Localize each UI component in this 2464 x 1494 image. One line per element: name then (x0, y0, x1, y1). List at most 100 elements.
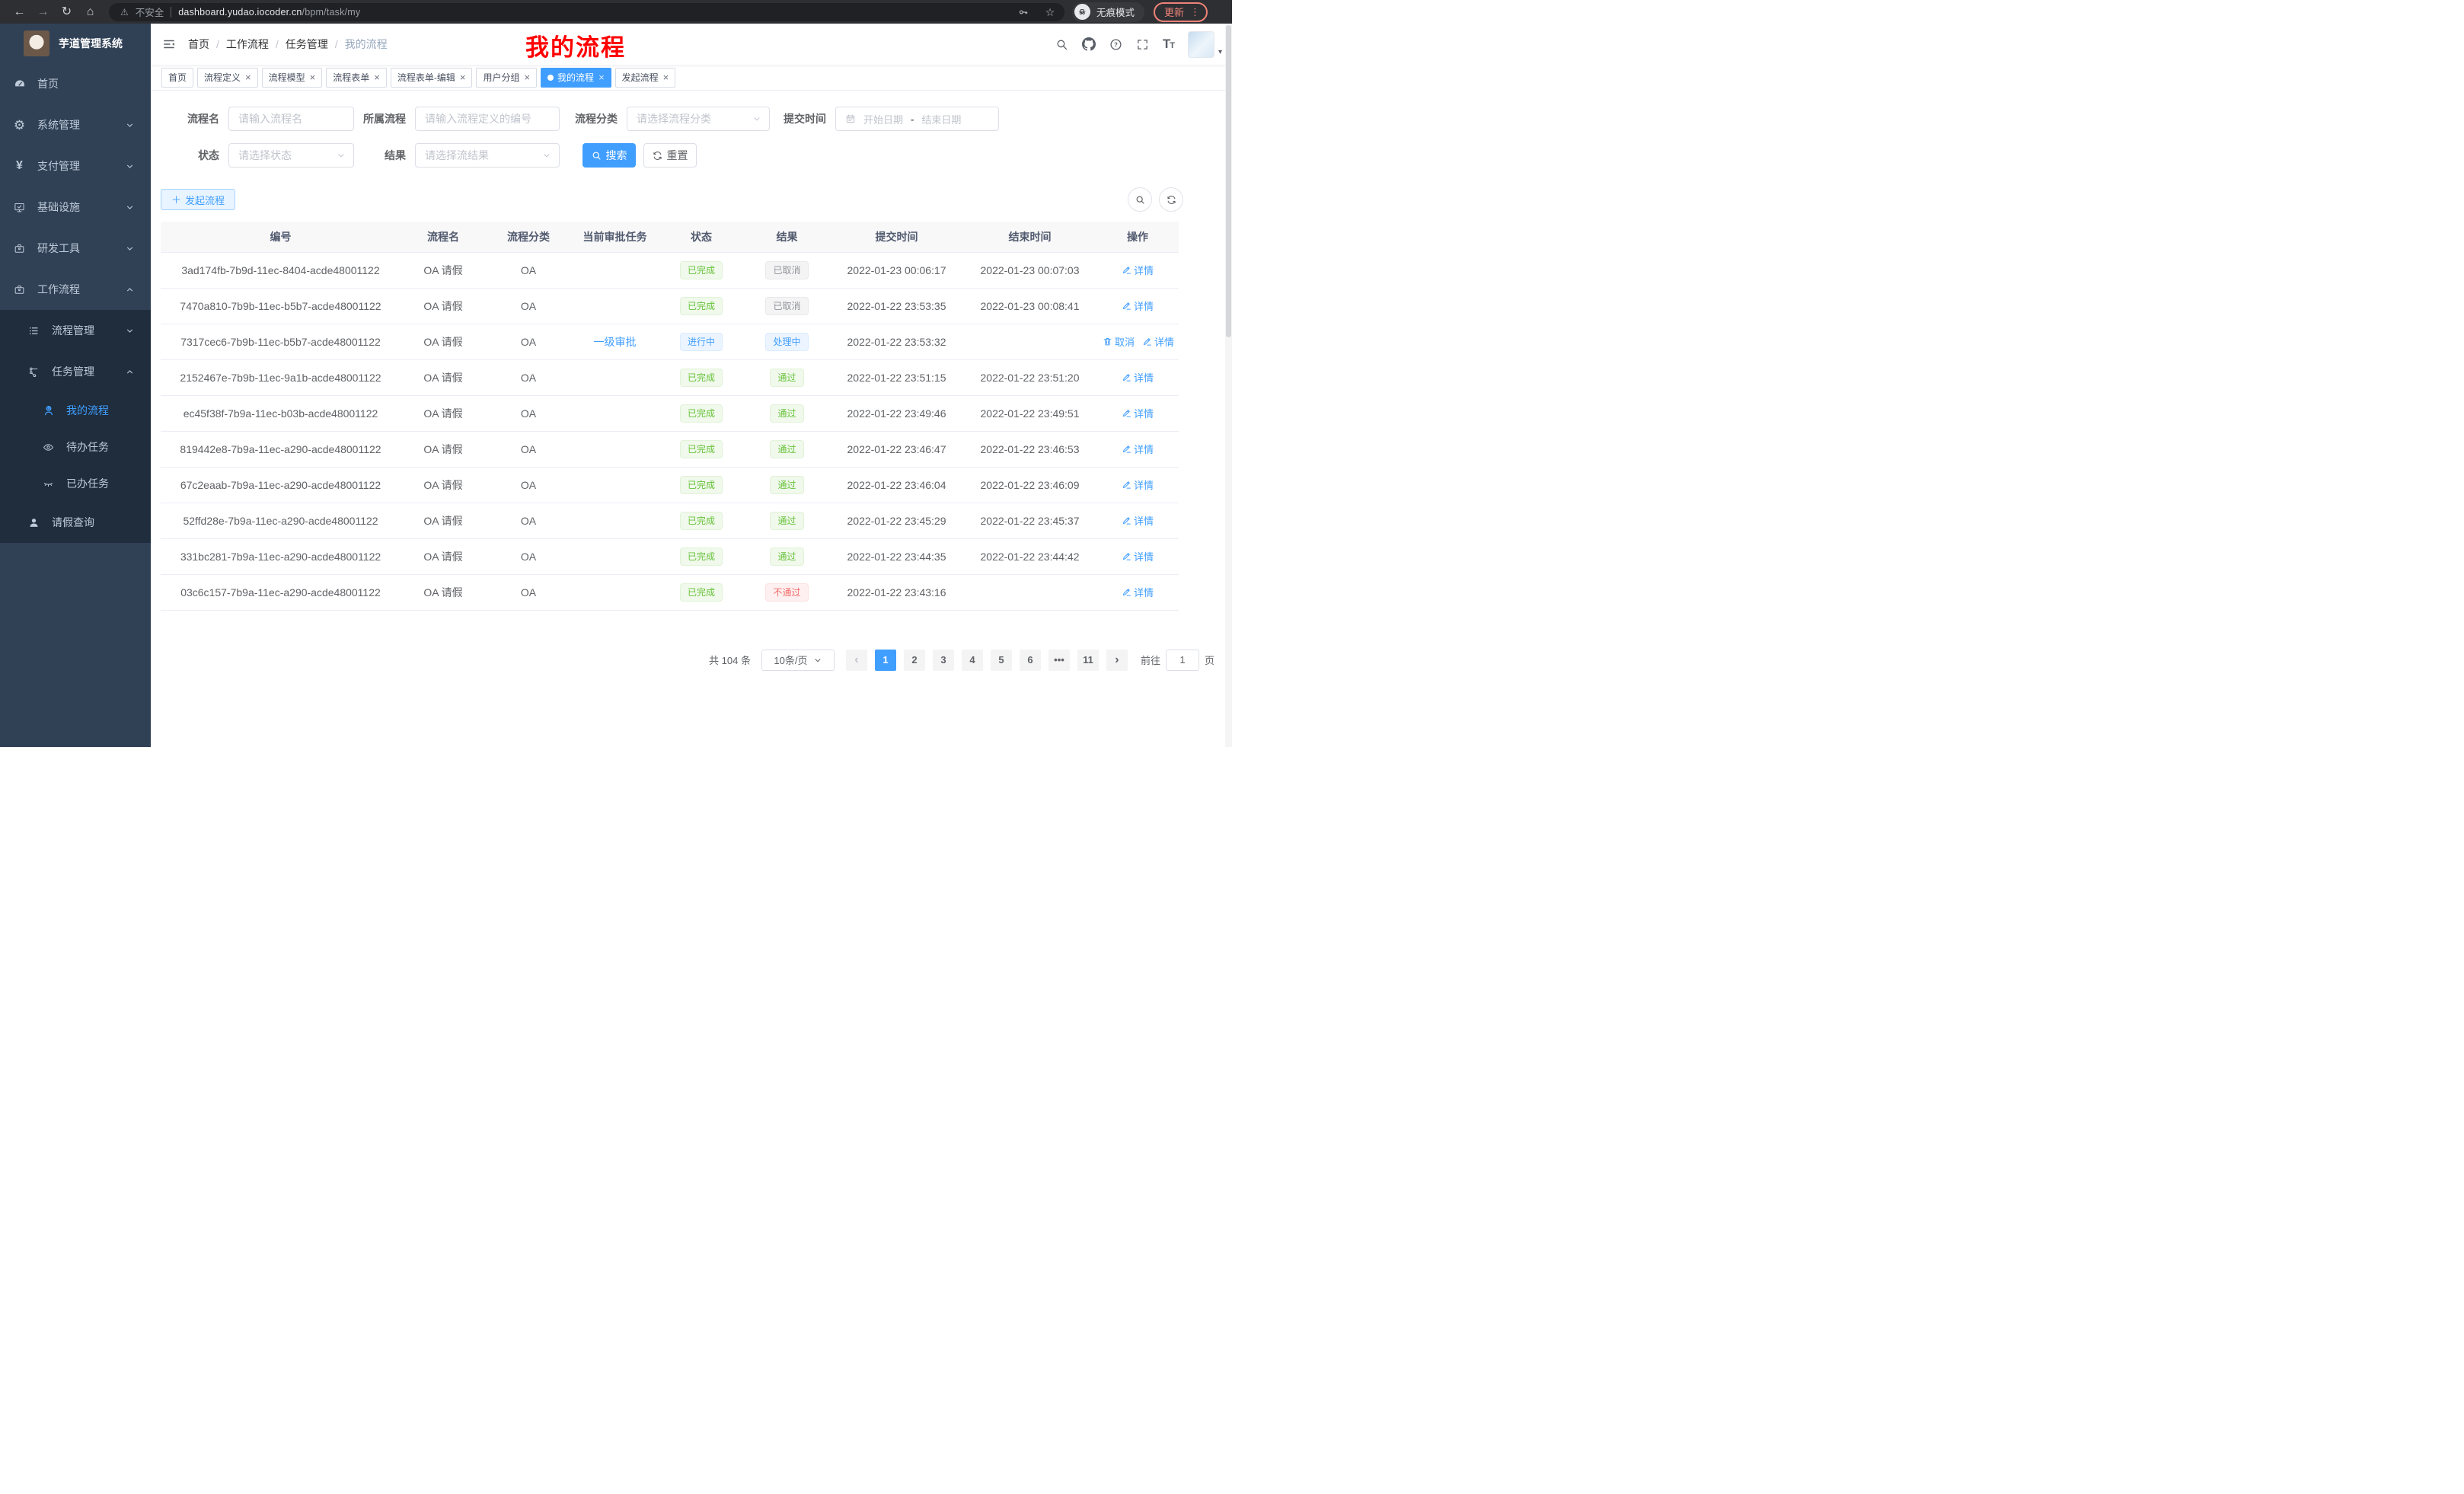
detail-link[interactable]: 详情 (1122, 406, 1154, 420)
sidebar-logo-row[interactable]: 芋道管理系统 (0, 24, 151, 63)
cancel-link[interactable]: 取消 (1103, 334, 1135, 349)
detail-link[interactable]: 详情 (1122, 477, 1154, 492)
process-id-cell: 819442e8-7b9a-11ec-a290-acde48001122 (161, 431, 401, 467)
sidebar-item-process-mgmt[interactable]: 流程管理 (0, 310, 151, 351)
tag-label: 流程表单-编辑 (397, 71, 455, 84)
sidebar-item-todo-tasks[interactable]: 待办任务 (0, 429, 151, 465)
fullscreen-icon[interactable] (1136, 38, 1149, 51)
actions-cell: 取消详情 (1096, 324, 1179, 359)
sidebar-item-leave-query[interactable]: 请假查询 (0, 502, 151, 543)
browser-home-icon[interactable]: ⌂ (78, 6, 102, 18)
sidebar-item-system[interactable]: ⚙系统管理 (0, 104, 151, 145)
pagination: 共 104 条 10条/页 ‹123456•••11› 前往 页 (151, 650, 1232, 672)
current-task-link[interactable]: 一级审批 (594, 336, 637, 348)
sidebar-collapse-icon[interactable] (151, 37, 188, 51)
sidebar-item-dev-tools[interactable]: 研发工具 (0, 228, 151, 269)
search-button[interactable]: 搜索 (582, 143, 636, 168)
password-key-icon[interactable] (1013, 7, 1033, 18)
browser-menu-icon[interactable]: ⋮ (1190, 7, 1200, 17)
detail-link[interactable]: 详情 (1122, 442, 1154, 456)
category-select[interactable]: 请选择流程分类 (627, 107, 770, 131)
sidebar-item-payment[interactable]: ¥支付管理 (0, 145, 151, 187)
scrollbar-thumb[interactable] (1226, 25, 1231, 337)
close-icon[interactable]: × (374, 72, 380, 83)
sidebar-item-my-process[interactable]: 我的流程 (0, 392, 151, 429)
detail-link[interactable]: 详情 (1122, 370, 1154, 385)
tag-view-my-process[interactable]: 我的流程 × (541, 68, 611, 88)
sidebar-item-home[interactable]: 首页 (0, 63, 151, 104)
header-search-icon[interactable] (1055, 38, 1068, 51)
detail-link[interactable]: 详情 (1122, 263, 1154, 277)
show-search-tool-button[interactable] (1128, 187, 1152, 212)
breadcrumb-item[interactable]: 首页 (188, 37, 209, 52)
tag-view-user-group[interactable]: 用户分组× (476, 68, 537, 88)
page-button-4[interactable]: 4 (962, 650, 983, 671)
font-size-icon[interactable]: TT (1163, 37, 1174, 52)
reset-button[interactable]: 重置 (643, 143, 697, 168)
close-icon[interactable]: × (245, 72, 251, 83)
sidebar-item-infrastructure[interactable]: 基础设施 (0, 187, 151, 228)
sidebar-item-task-mgmt[interactable]: 任务管理 (0, 351, 151, 392)
result-select[interactable]: 请选择流结果 (415, 143, 560, 168)
list-icon (27, 325, 40, 337)
detail-link[interactable]: 详情 (1122, 298, 1154, 313)
help-icon[interactable]: ? (1109, 38, 1122, 51)
page-button-2[interactable]: 2 (904, 650, 925, 671)
sidebar-item-done-tasks[interactable]: 已办任务 (0, 465, 151, 502)
tag-view-process-form-edit[interactable]: 流程表单-编辑 × (391, 68, 473, 88)
page-button-6[interactable]: 6 (1020, 650, 1041, 671)
browser-back-icon[interactable]: ← (8, 6, 31, 18)
process-definition-input[interactable] (415, 107, 560, 131)
address-bar[interactable]: ⚠ 不安全 dashboard.yudao.iocoder.cn/bpm/tas… (109, 3, 1064, 21)
breadcrumb-item[interactable]: 任务管理 (286, 37, 328, 52)
status-select[interactable]: 请选择状态 (228, 143, 354, 168)
browser-update-button[interactable]: 更新 ⋮ (1154, 2, 1208, 22)
page-button-3[interactable]: 3 (933, 650, 954, 671)
status-tag: 已完成 (680, 404, 723, 423)
breadcrumb-item[interactable]: 工作流程 (226, 37, 269, 52)
edit-icon (1122, 265, 1131, 275)
close-icon[interactable]: × (460, 72, 466, 83)
avatar[interactable] (1188, 31, 1214, 58)
process-name-input[interactable] (228, 107, 354, 131)
tag-label: 我的流程 (557, 71, 594, 84)
status-tag: 已完成 (680, 369, 723, 387)
submit-time-range[interactable]: 开始日期 - 结束日期 (835, 107, 999, 131)
github-icon[interactable] (1082, 37, 1096, 51)
detail-link[interactable]: 详情 (1142, 334, 1174, 349)
process-name-cell: OA 请假 (401, 395, 486, 431)
detail-link[interactable]: 详情 (1122, 585, 1154, 599)
submit-time-cell: 2022-01-22 23:44:35 (830, 538, 963, 574)
sidebar-item-workflow[interactable]: 工作流程 (0, 269, 151, 310)
tag-view-start-process[interactable]: 发起流程× (615, 68, 676, 88)
bookmark-star-icon[interactable]: ☆ (1040, 7, 1060, 18)
more-pages-button[interactable]: ••• (1048, 650, 1070, 671)
goto-page-input[interactable] (1166, 650, 1199, 671)
user-menu[interactable]: ▾ (1188, 31, 1222, 58)
page-scrollbar[interactable] (1225, 24, 1232, 747)
prev-page-button[interactable]: ‹ (846, 650, 867, 671)
tag-view-home[interactable]: 首页 (161, 68, 193, 88)
next-page-button[interactable]: › (1106, 650, 1128, 671)
page-size-select[interactable]: 10条/页 (761, 650, 835, 671)
page-button-11[interactable]: 11 (1077, 650, 1099, 671)
browser-reload-icon[interactable]: ↻ (55, 6, 78, 18)
detail-link[interactable]: 详情 (1122, 513, 1154, 528)
end-time-cell (963, 574, 1096, 610)
sidebar-item-label: 请假查询 (52, 515, 94, 530)
page-button-5[interactable]: 5 (991, 650, 1012, 671)
detail-link[interactable]: 详情 (1122, 549, 1154, 563)
browser-forward-icon[interactable]: → (31, 6, 55, 18)
close-icon[interactable]: × (663, 72, 669, 83)
start-process-button[interactable]: ＋ 发起流程 (161, 189, 235, 210)
close-icon[interactable]: × (524, 72, 530, 83)
tag-view-process-model[interactable]: 流程模型× (262, 68, 323, 88)
close-icon[interactable]: × (310, 72, 316, 83)
eye-open-icon (42, 442, 55, 453)
tag-view-process-definition[interactable]: 流程定义× (197, 68, 258, 88)
user-icon (27, 517, 40, 528)
close-icon[interactable]: × (598, 72, 605, 83)
page-button-1[interactable]: 1 (875, 650, 896, 671)
tag-view-process-form[interactable]: 流程表单× (326, 68, 387, 88)
refresh-tool-button[interactable] (1159, 187, 1183, 212)
